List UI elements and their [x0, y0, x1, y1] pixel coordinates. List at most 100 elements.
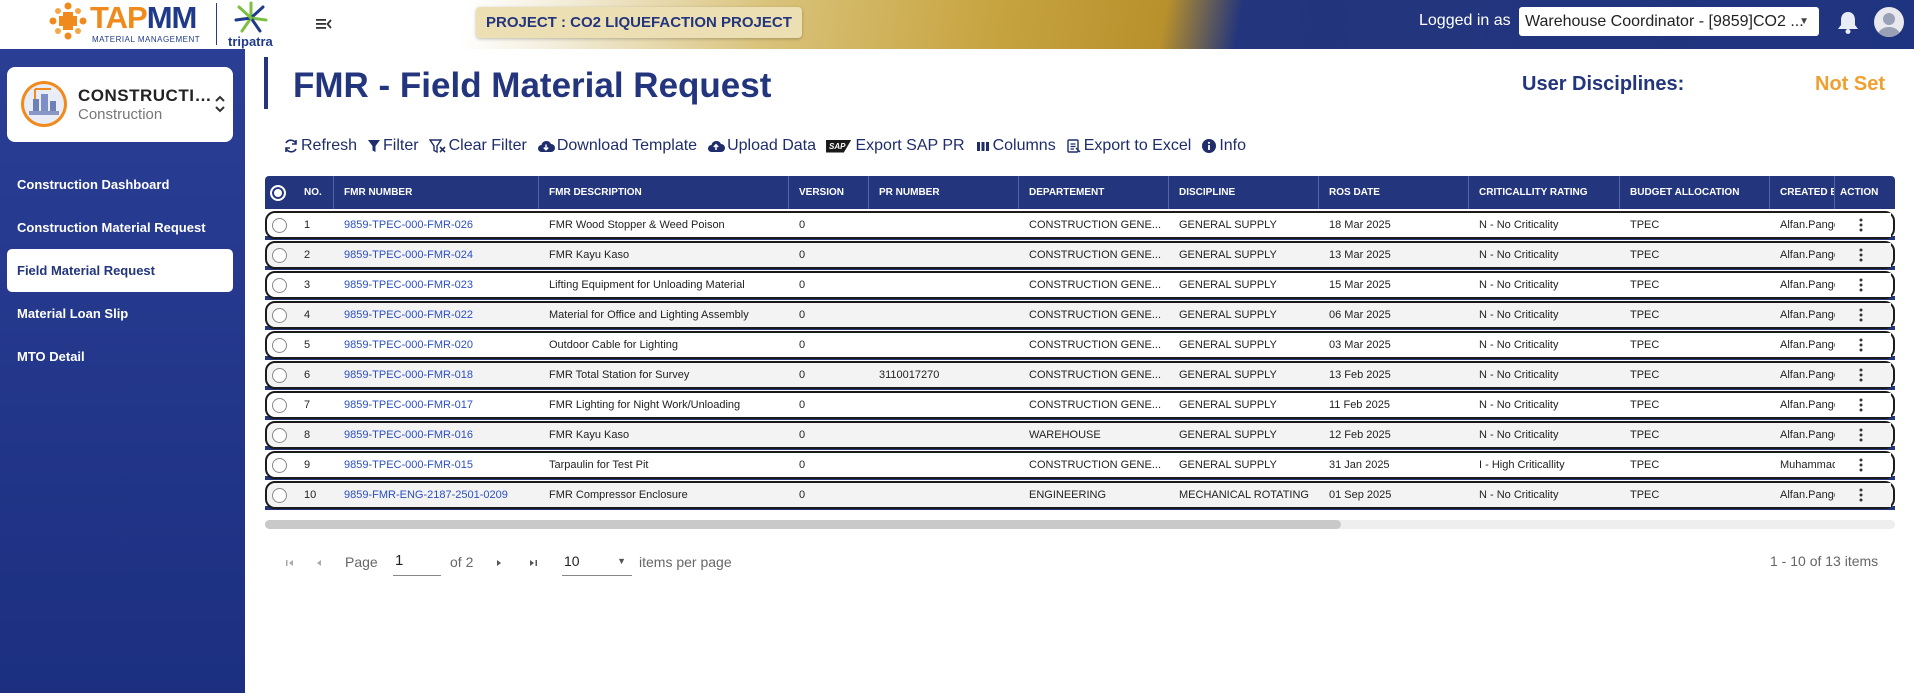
row-select-radio[interactable]	[272, 248, 287, 263]
select-all-radio[interactable]	[270, 185, 286, 201]
cell-fmr-number[interactable]: 9859-FMR-ENG-2187-2501-0209	[334, 483, 539, 507]
row-select-radio[interactable]	[272, 368, 287, 383]
col-header-fmr-description[interactable]: FMR DESCRIPTION	[539, 176, 789, 209]
filter-button[interactable]: Filter	[367, 137, 419, 155]
row-action-button[interactable]	[1835, 333, 1891, 357]
row-select-radio[interactable]	[272, 338, 287, 353]
row-select-radio[interactable]	[272, 428, 287, 443]
cell-ros-date: 15 Mar 2025	[1329, 279, 1391, 291]
table-row[interactable]: 10 9859-FMR-ENG-2187-2501-0209 FMR Compres…	[265, 481, 1895, 509]
module-selector[interactable]: CONSTRUCTION Construction	[7, 67, 233, 142]
kebab-icon	[1859, 278, 1863, 292]
col-header-no[interactable]: NO.	[294, 176, 334, 209]
row-action-button[interactable]	[1835, 213, 1891, 237]
clear-filter-button[interactable]: Clear Filter	[428, 137, 527, 155]
cell-fmr-number[interactable]: 9859-TPEC-000-FMR-024	[334, 243, 539, 267]
cell-fmr-number[interactable]: 9859-TPEC-000-FMR-015	[334, 453, 539, 477]
row-action-button[interactable]	[1835, 273, 1891, 297]
row-action-button[interactable]	[1835, 393, 1891, 417]
table-row[interactable]: 4 9859-TPEC-000-FMR-022 Material for Offic…	[265, 301, 1895, 329]
kebab-icon	[1859, 488, 1863, 502]
refresh-button[interactable]: Refresh	[283, 137, 357, 155]
cell-no: 8	[304, 429, 311, 441]
prev-page-icon[interactable]	[312, 556, 326, 570]
col-header-ros-date[interactable]: ROS DATE	[1319, 176, 1469, 209]
cell-fmr-number[interactable]: 9859-TPEC-000-FMR-018	[334, 363, 539, 387]
refresh-label: Refresh	[301, 137, 358, 154]
row-action-button[interactable]	[1835, 303, 1891, 327]
export-excel-label: Export to Excel	[1083, 137, 1192, 154]
cell-created-by: Alfan.Pangestu	[1780, 339, 1835, 351]
col-header-budget-allocation[interactable]: BUDGET ALLOCATION	[1620, 176, 1770, 209]
cell-fmr-number[interactable]: 9859-TPEC-000-FMR-026	[334, 213, 539, 237]
table-row[interactable]: 6 9859-TPEC-000-FMR-018 FMR Total Station …	[265, 361, 1895, 389]
col-header-departement[interactable]: DEPARTEMENT	[1019, 176, 1169, 209]
export-sap-pr-button[interactable]: SAP Export SAP PR	[826, 137, 965, 155]
cell-fmr-number[interactable]: 9859-TPEC-000-FMR-023	[334, 273, 539, 297]
cell-created-by: Alfan.Pangestu	[1780, 429, 1835, 441]
cell-fmr-number[interactable]: 9859-TPEC-000-FMR-022	[334, 303, 539, 327]
cell-fmr-number[interactable]: 9859-TPEC-000-FMR-016	[334, 423, 539, 447]
export-excel-button[interactable]: Export to Excel	[1066, 137, 1192, 155]
cell-ros-date: 13 Feb 2025	[1329, 369, 1391, 381]
scrollbar-thumb[interactable]	[265, 520, 1341, 529]
cell-pr-number	[869, 483, 1019, 507]
download-template-button[interactable]: Download Template	[537, 137, 697, 155]
row-select-radio[interactable]	[272, 488, 287, 503]
sidebar-item-construction-dashboard[interactable]: Construction Dashboard	[7, 163, 233, 206]
col-header-pr-number[interactable]: PR NUMBER	[869, 176, 1019, 209]
sidebar-item-mto-detail[interactable]: MTO Detail	[7, 335, 233, 378]
row-select-radio[interactable]	[272, 278, 287, 293]
table-row[interactable]: 1 9859-TPEC-000-FMR-026 FMR Wood Stopper &…	[265, 211, 1895, 239]
col-header-discipline[interactable]: DISCIPLINE	[1169, 176, 1319, 209]
items-per-page-label: items per page	[639, 554, 732, 570]
cell-fmr-number[interactable]: 9859-TPEC-000-FMR-017	[334, 393, 539, 417]
col-header-created-by[interactable]: CREATED BY	[1770, 176, 1835, 209]
horizontal-scrollbar[interactable]	[265, 520, 1895, 529]
page-size-value: 10	[564, 553, 580, 569]
col-header-version[interactable]: VERSION	[789, 176, 869, 209]
row-select-radio[interactable]	[272, 218, 287, 233]
sidebar-item-material-loan-slip[interactable]: Material Loan Slip	[7, 292, 233, 335]
cell-ros-date: 03 Mar 2025	[1329, 339, 1391, 351]
row-action-button[interactable]	[1835, 483, 1891, 507]
sidebar-item-construction-material-request[interactable]: Construction Material Request	[7, 206, 233, 249]
row-select-radio[interactable]	[272, 398, 287, 413]
row-action-button[interactable]	[1835, 243, 1891, 267]
sidebar-item-field-material-request[interactable]: Field Material Request	[7, 249, 233, 292]
table-row[interactable]: 5 9859-TPEC-000-FMR-020 Outdoor Cable for …	[265, 331, 1895, 359]
row-action-button[interactable]	[1835, 453, 1891, 477]
first-page-icon[interactable]	[283, 556, 297, 570]
col-header-fmr-number[interactable]: FMR NUMBER	[334, 176, 539, 209]
col-header-criticality-rating[interactable]: CRITICALLITY RATING	[1469, 176, 1620, 209]
table-header: NO. FMR NUMBER FMR DESCRIPTION VERSION P…	[265, 176, 1895, 209]
tripatra-logo: tripatra	[226, 0, 286, 49]
upload-data-button[interactable]: Upload Data	[707, 137, 816, 155]
cell-criticality-rating: N - No Criticality	[1479, 309, 1559, 321]
next-page-icon[interactable]	[492, 556, 506, 570]
table-row[interactable]: 7 9859-TPEC-000-FMR-017 FMR Lighting for N…	[265, 391, 1895, 419]
cell-ros-date: 18 Mar 2025	[1329, 219, 1391, 231]
menu-toggle-icon[interactable]	[314, 14, 334, 34]
table-row[interactable]: 3 9859-TPEC-000-FMR-023 Lifting Equipment …	[265, 271, 1895, 299]
row-action-button[interactable]	[1835, 363, 1891, 387]
row-action-button[interactable]	[1835, 423, 1891, 447]
table-row[interactable]: 8 9859-TPEC-000-FMR-016 FMR Kayu Kaso 0 WARE…	[265, 421, 1895, 449]
row-select-radio[interactable]	[272, 458, 287, 473]
avatar[interactable]	[1874, 7, 1904, 37]
cell-fmr-number[interactable]: 9859-TPEC-000-FMR-020	[334, 333, 539, 357]
clear-filter-label: Clear Filter	[448, 137, 527, 154]
tapmm-logo-icon	[49, 2, 87, 40]
info-button[interactable]: Info	[1201, 137, 1246, 155]
columns-button[interactable]: Columns	[975, 137, 1056, 155]
bell-icon[interactable]	[1835, 9, 1861, 35]
row-select-radio[interactable]	[272, 308, 287, 323]
cell-criticality-rating: N - No Criticality	[1479, 219, 1559, 231]
table-row[interactable]: 9 9859-TPEC-000-FMR-015 Tarpaulin for Test…	[265, 451, 1895, 479]
last-page-icon[interactable]	[526, 556, 540, 570]
role-select[interactable]: Warehouse Coordinator - [9859]CO2 ... ▼	[1519, 7, 1819, 36]
page-size-select[interactable]: 10 ▼	[562, 550, 632, 576]
table-row[interactable]: 2 9859-TPEC-000-FMR-024 FMR Kayu Kaso 0 CONS…	[265, 241, 1895, 269]
page-number-input[interactable]: 1	[393, 550, 441, 576]
cell-criticality-rating: I - High Criticallity	[1479, 459, 1565, 471]
